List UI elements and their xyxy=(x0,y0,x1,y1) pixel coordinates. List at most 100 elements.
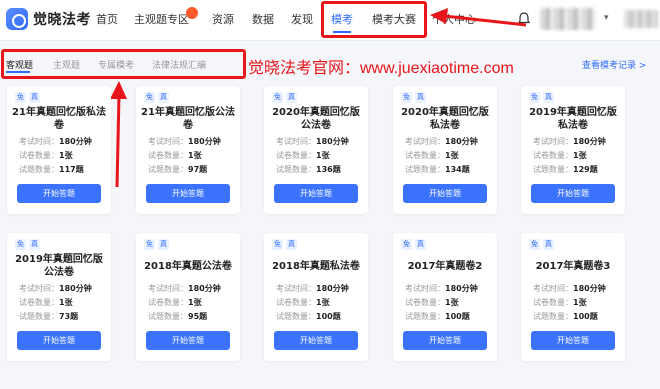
meta-count-value: 1张 xyxy=(573,298,587,307)
free-tag: 免 xyxy=(401,239,412,250)
start-answer-button[interactable]: 开始答题 xyxy=(17,184,101,203)
start-answer-button[interactable]: 开始答题 xyxy=(531,331,615,350)
free-tag: 免 xyxy=(15,92,26,103)
annotation-box-tabs xyxy=(1,49,246,79)
meta-questions-value: 136题 xyxy=(316,165,341,174)
real-exam-tag: 真 xyxy=(29,239,40,250)
nav-item-data[interactable]: 数据 xyxy=(252,11,274,27)
annotation-box-nav xyxy=(321,1,427,38)
meta-questions-value: 100题 xyxy=(573,312,598,321)
card-title: 2019年真题回忆版私法卷 xyxy=(529,107,617,131)
meta-questions-value: 100题 xyxy=(445,312,470,321)
meta-time-value: 180分钟 xyxy=(188,284,221,293)
meta-count-label: 试卷数量： xyxy=(533,298,573,307)
meta-time-label: 考试时间： xyxy=(276,137,316,146)
logo-icon xyxy=(6,8,28,30)
meta-time-label: 考试时间： xyxy=(19,137,59,146)
meta-time-value: 180分钟 xyxy=(316,137,349,146)
chevron-down-icon[interactable]: ▾ xyxy=(604,13,609,23)
start-answer-button[interactable]: 开始答题 xyxy=(403,184,487,203)
free-tag: 免 xyxy=(15,239,26,250)
meta-questions-label: 试题数量： xyxy=(19,312,59,321)
meta-questions-label: 试题数量： xyxy=(276,312,316,321)
real-exam-tag: 真 xyxy=(543,239,554,250)
exam-card[interactable]: 免真 2017年真题卷3 考试时间： 180分钟 试卷数量： 1张 试题数量： 100题 开始答… xyxy=(521,233,625,361)
meta-time-value: 180分钟 xyxy=(445,284,478,293)
meta-time-label: 考试时间： xyxy=(148,284,188,293)
meta-questions-label: 试题数量： xyxy=(405,312,445,321)
exam-card[interactable]: 免真 2017年真题卷2 考试时间： 180分钟 试卷数量： 1张 试题数量： 100题 开始答… xyxy=(393,233,497,361)
meta-time-label: 考试时间： xyxy=(405,284,445,293)
real-exam-tag: 真 xyxy=(158,92,169,103)
meta-time-label: 考试时间： xyxy=(533,137,573,146)
avatar[interactable] xyxy=(540,8,596,30)
card-title: 2018年真题私法卷 xyxy=(272,260,360,272)
card-title: 2018年真题公法卷 xyxy=(144,260,232,272)
start-answer-button[interactable]: 开始答题 xyxy=(531,184,615,203)
meta-count-label: 试卷数量： xyxy=(276,151,316,160)
nav-item-subjective-zone[interactable]: 主观题专区 xyxy=(134,11,189,27)
meta-count-value: 1张 xyxy=(59,151,73,160)
start-answer-button[interactable]: 开始答题 xyxy=(146,331,230,350)
exam-card[interactable]: 免真 2019年真题回忆版公法卷 考试时间： 180分钟 试卷数量： 1张 试题数量： 73题… xyxy=(7,233,111,361)
exam-card[interactable]: 免真 2019年真题回忆版私法卷 考试时间： 180分钟 试卷数量： 1张 试题数量： 129… xyxy=(521,86,625,214)
meta-time-value: 180分钟 xyxy=(59,284,92,293)
card-title: 2017年真题卷3 xyxy=(535,260,611,272)
meta-count-label: 试卷数量： xyxy=(148,298,188,307)
meta-questions-label: 试题数量： xyxy=(533,165,573,174)
exam-card[interactable]: 免真 21年真题回忆版公法卷 考试时间： 180分钟 试卷数量： 1张 试题数量： 97题 开始… xyxy=(136,86,240,214)
exam-card[interactable]: 免真 21年真题回忆版私法卷 考试时间： 180分钟 试卷数量： 1张 试题数量： 117题开… xyxy=(7,86,111,214)
meta-time-value: 180分钟 xyxy=(59,137,92,146)
free-tag: 免 xyxy=(401,92,412,103)
annotation-arrow-nav-icon xyxy=(430,8,527,27)
meta-questions-label: 试题数量： xyxy=(19,165,59,174)
free-tag: 免 xyxy=(144,239,155,250)
meta-questions-label: 试题数量： xyxy=(276,165,316,174)
real-exam-tag: 真 xyxy=(286,239,297,250)
start-answer-button[interactable]: 开始答题 xyxy=(146,184,230,203)
exam-card[interactable]: 免真 2018年真题公法卷 考试时间： 180分钟 试卷数量： 1张 试题数量： 95题 开始答… xyxy=(136,233,240,361)
card-tags: 免真 xyxy=(15,239,40,250)
nav-item-resources[interactable]: 资源 xyxy=(212,11,234,27)
meta-time-label: 考试时间： xyxy=(148,137,188,146)
meta-time-label: 考试时间： xyxy=(276,284,316,293)
meta-count-label: 试卷数量： xyxy=(19,298,59,307)
card-tags: 免真 xyxy=(529,92,554,103)
card-tags: 免真 xyxy=(144,92,169,103)
meta-questions-value: 73题 xyxy=(59,312,79,321)
start-answer-button[interactable]: 开始答题 xyxy=(274,331,358,350)
site-watermark: 觉晓法考官网：www.juexiaotime.com xyxy=(248,60,514,77)
meta-count-value: 1张 xyxy=(445,298,459,307)
meta-count-label: 试卷数量： xyxy=(276,298,316,307)
free-tag: 免 xyxy=(529,239,540,250)
exam-card[interactable]: 免真 2018年真题私法卷 考试时间： 180分钟 试卷数量： 1张 试题数量： 100题 开始… xyxy=(264,233,368,361)
exam-card[interactable]: 免真 2020年真题回忆版公法卷 考试时间： 180分钟 试卷数量： 1张 试题数量： 136… xyxy=(264,86,368,214)
card-tags: 免真 xyxy=(272,239,297,250)
meta-count-label: 试卷数量： xyxy=(405,298,445,307)
meta-time-value: 180分钟 xyxy=(573,137,606,146)
brand-logo[interactable]: 觉晓法考 xyxy=(6,6,91,32)
real-exam-tag: 真 xyxy=(158,239,169,250)
meta-questions-label: 试题数量： xyxy=(148,312,188,321)
exam-card[interactable]: 免真 2020年真题回忆版私法卷 考试时间： 180分钟 试卷数量： 1张 试题数量： 134… xyxy=(393,86,497,214)
meta-time-label: 考试时间： xyxy=(533,284,573,293)
start-answer-button[interactable]: 开始答题 xyxy=(274,184,358,203)
meta-questions-value: 129题 xyxy=(573,165,598,174)
nav-item-home[interactable]: 首页 xyxy=(96,11,118,27)
user-menu-extra[interactable] xyxy=(624,10,658,28)
meta-count-value: 1张 xyxy=(316,151,330,160)
view-mock-records-link[interactable]: 查看模考记录 > xyxy=(582,58,646,71)
nav-item-discover[interactable]: 发现 xyxy=(291,11,313,27)
meta-questions-label: 试题数量： xyxy=(405,165,445,174)
start-answer-button[interactable]: 开始答题 xyxy=(17,331,101,350)
card-tags: 免真 xyxy=(15,92,40,103)
card-title: 21年真题回忆版公法卷 xyxy=(141,107,235,131)
meta-time-value: 180分钟 xyxy=(573,284,606,293)
free-tag: 免 xyxy=(272,239,283,250)
meta-count-label: 试卷数量： xyxy=(533,151,573,160)
meta-time-value: 180分钟 xyxy=(188,137,221,146)
start-answer-button[interactable]: 开始答题 xyxy=(403,331,487,350)
meta-time-label: 考试时间： xyxy=(405,137,445,146)
free-tag: 免 xyxy=(529,92,540,103)
card-tags: 免真 xyxy=(529,239,554,250)
